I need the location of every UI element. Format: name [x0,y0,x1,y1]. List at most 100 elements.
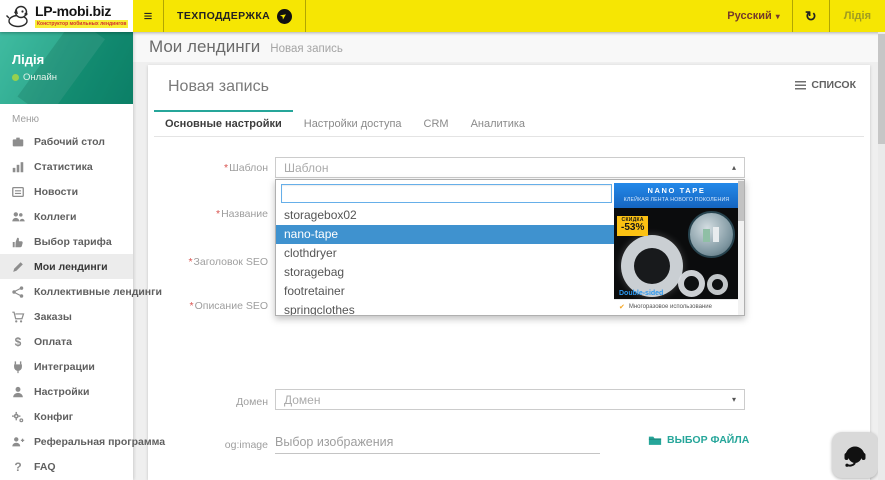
tab-crm[interactable]: CRM [413,110,460,136]
sidebar-item-my-landings[interactable]: Мои лендинги [0,254,133,279]
tab-access-settings[interactable]: Настройки доступа [293,110,413,136]
preview-caption: Double-sided [619,290,663,297]
domain-select[interactable]: Домен ▾ [275,389,745,410]
sidebar-item-referral[interactable]: Реферальная программа [0,429,133,454]
preview-product-image: СКИДКА -53% Double-sided [614,208,739,299]
og-image-input[interactable]: Выбор изображения [275,435,393,449]
sidebar-item-desktop[interactable]: Рабочий стол [0,129,133,154]
language-label: Русский [727,10,771,22]
dropdown-scrollbar-thumb[interactable] [738,181,744,221]
page-title: Мои лендинги [149,37,260,57]
telegram-icon: ➤ [277,9,292,24]
tab-main-settings[interactable]: Основные настройки [154,110,293,136]
tape-roll-small [707,274,728,295]
preview-header: NANO TAPE КЛЕЙКАЯ ЛЕНТА НОВОГО ПОКОЛЕНИЯ [614,183,739,208]
option-clothdryer[interactable]: clothdryer [276,244,614,263]
sidebar-toggle-button[interactable]: ≡ [133,0,163,32]
chevron-down-icon: ▾ [776,12,780,21]
seo-description-field-label: *Описание SEO [148,300,268,312]
logo-dog-icon [5,4,31,28]
template-preview-thumbnail: NANO TAPE КЛЕЙКАЯ ЛЕНТА НОВОГО ПОКОЛЕНИЯ… [614,183,739,313]
template-select-placeholder: Шаблон [284,161,328,175]
support-chat-widget[interactable] [832,432,878,478]
person-plus-icon [10,435,26,449]
domain-field-label: Домен [148,396,268,408]
online-status-dot [12,74,19,81]
desktop-icon [10,135,26,149]
check-icon: ✔ [619,303,625,311]
template-dropdown-panel: storagebox02 nano-tape clothdryer storag… [275,179,745,316]
list-button[interactable]: СПИСОК [795,79,856,91]
preview-feature-row: ✔ Многоразовое использование [614,299,739,313]
sidebar-item-colleagues[interactable]: Коллеги [0,204,133,229]
sidebar-item-news[interactable]: Новости [0,179,133,204]
chevron-down-icon: ▾ [732,395,736,404]
option-footretainer[interactable]: footretainer [276,282,614,301]
discount-badge: СКИДКА -53% [617,216,648,236]
logo-title: LP-mobi.biz [35,4,128,18]
sidebar-item-settings[interactable]: Настройки [0,379,133,404]
og-image-input-underline [275,453,600,454]
tab-bar: Основные настройки Настройки доступа CRM… [154,110,864,137]
tab-analytics[interactable]: Аналитика [460,110,536,136]
preview-feature-text: Многоразовое использование [629,304,712,310]
sidebar-item-orders[interactable]: Заказы [0,304,133,329]
sidebar: Лідія Онлайн Меню Рабочий стол Статистик… [0,32,133,480]
sidebar-item-payment[interactable]: $ Оплата [0,329,133,354]
option-storagebox02[interactable]: storagebox02 [276,206,614,225]
menu-section-label: Меню [0,104,133,128]
dropdown-scrollbar[interactable] [738,180,744,315]
template-select[interactable]: Шаблон ▴ [275,157,745,178]
og-image-field-label: og:image [148,439,268,451]
page-scrollbar[interactable] [878,32,885,480]
option-springclothes[interactable]: springclothes [276,301,614,316]
preview-subtitle: КЛЕЙКАЯ ЛЕНТА НОВОГО ПОКОЛЕНИЯ [614,197,739,203]
template-search-input[interactable] [281,184,612,203]
sidebar-item-integrations[interactable]: Интеграции [0,354,133,379]
topbar-spacer [306,0,715,32]
person-icon [10,385,26,399]
gears-icon [10,410,26,424]
preview-inset-photo [688,211,735,258]
sidebar-item-collective-landings[interactable]: Коллективные лендинги [0,279,133,304]
support-button[interactable]: ТЕХПОДДЕРЖКА ➤ [164,0,305,32]
refresh-button[interactable]: ↻ [793,0,829,32]
domain-select-placeholder: Домен [284,393,321,407]
chevron-up-icon: ▴ [732,163,736,172]
option-storagebag[interactable]: storagebag [276,263,614,282]
profile-name: Лідія [12,52,121,67]
topbar-username[interactable]: Лідія [830,0,885,32]
template-field-label: *Шаблон [148,162,268,174]
profile-status-label: Онлайн [23,72,57,83]
topbar: LP-mobi.biz Конструктор мобильных лендин… [0,0,885,32]
page-scrollbar-thumb[interactable] [878,34,885,144]
folder-icon [648,435,662,446]
hamburger-icon: ≡ [144,8,153,25]
share-icon [10,285,26,299]
new-record-card: Новая запись СПИСОК Основные настройки Н… [148,65,870,480]
pen-icon [10,260,26,274]
page-header: Мои лендинги Новая запись [133,32,885,62]
option-nano-tape[interactable]: nano-tape [276,225,614,244]
dollar-icon: $ [10,335,26,349]
sidebar-item-tariff[interactable]: Выбор тарифа [0,229,133,254]
logo-text: LP-mobi.biz Конструктор мобильных лендин… [35,4,128,28]
support-label: ТЕХПОДДЕРЖКА [177,10,270,22]
refresh-icon: ↻ [805,8,817,25]
tape-roll-large [621,235,683,297]
sidebar-item-statistics[interactable]: Статистика [0,154,133,179]
choose-file-button[interactable]: ВЫБОР ФАЙЛА [648,434,749,446]
list-icon [795,81,806,90]
seo-title-field-label: *Заголовок SEO [148,256,268,268]
tape-roll-small [678,270,705,297]
question-icon: ? [10,460,26,474]
sidebar-item-config[interactable]: Конфиг [0,404,133,429]
sidebar-item-faq[interactable]: ? FAQ [0,454,133,479]
sidebar-profile: Лідія Онлайн [0,32,133,104]
cart-icon [10,310,26,324]
logo[interactable]: LP-mobi.biz Конструктор мобильных лендин… [0,0,133,32]
thumbs-up-icon [10,235,26,249]
name-field-label: *Название [148,208,268,220]
users-icon [10,210,26,224]
language-selector[interactable]: Русский ▾ [715,0,791,32]
